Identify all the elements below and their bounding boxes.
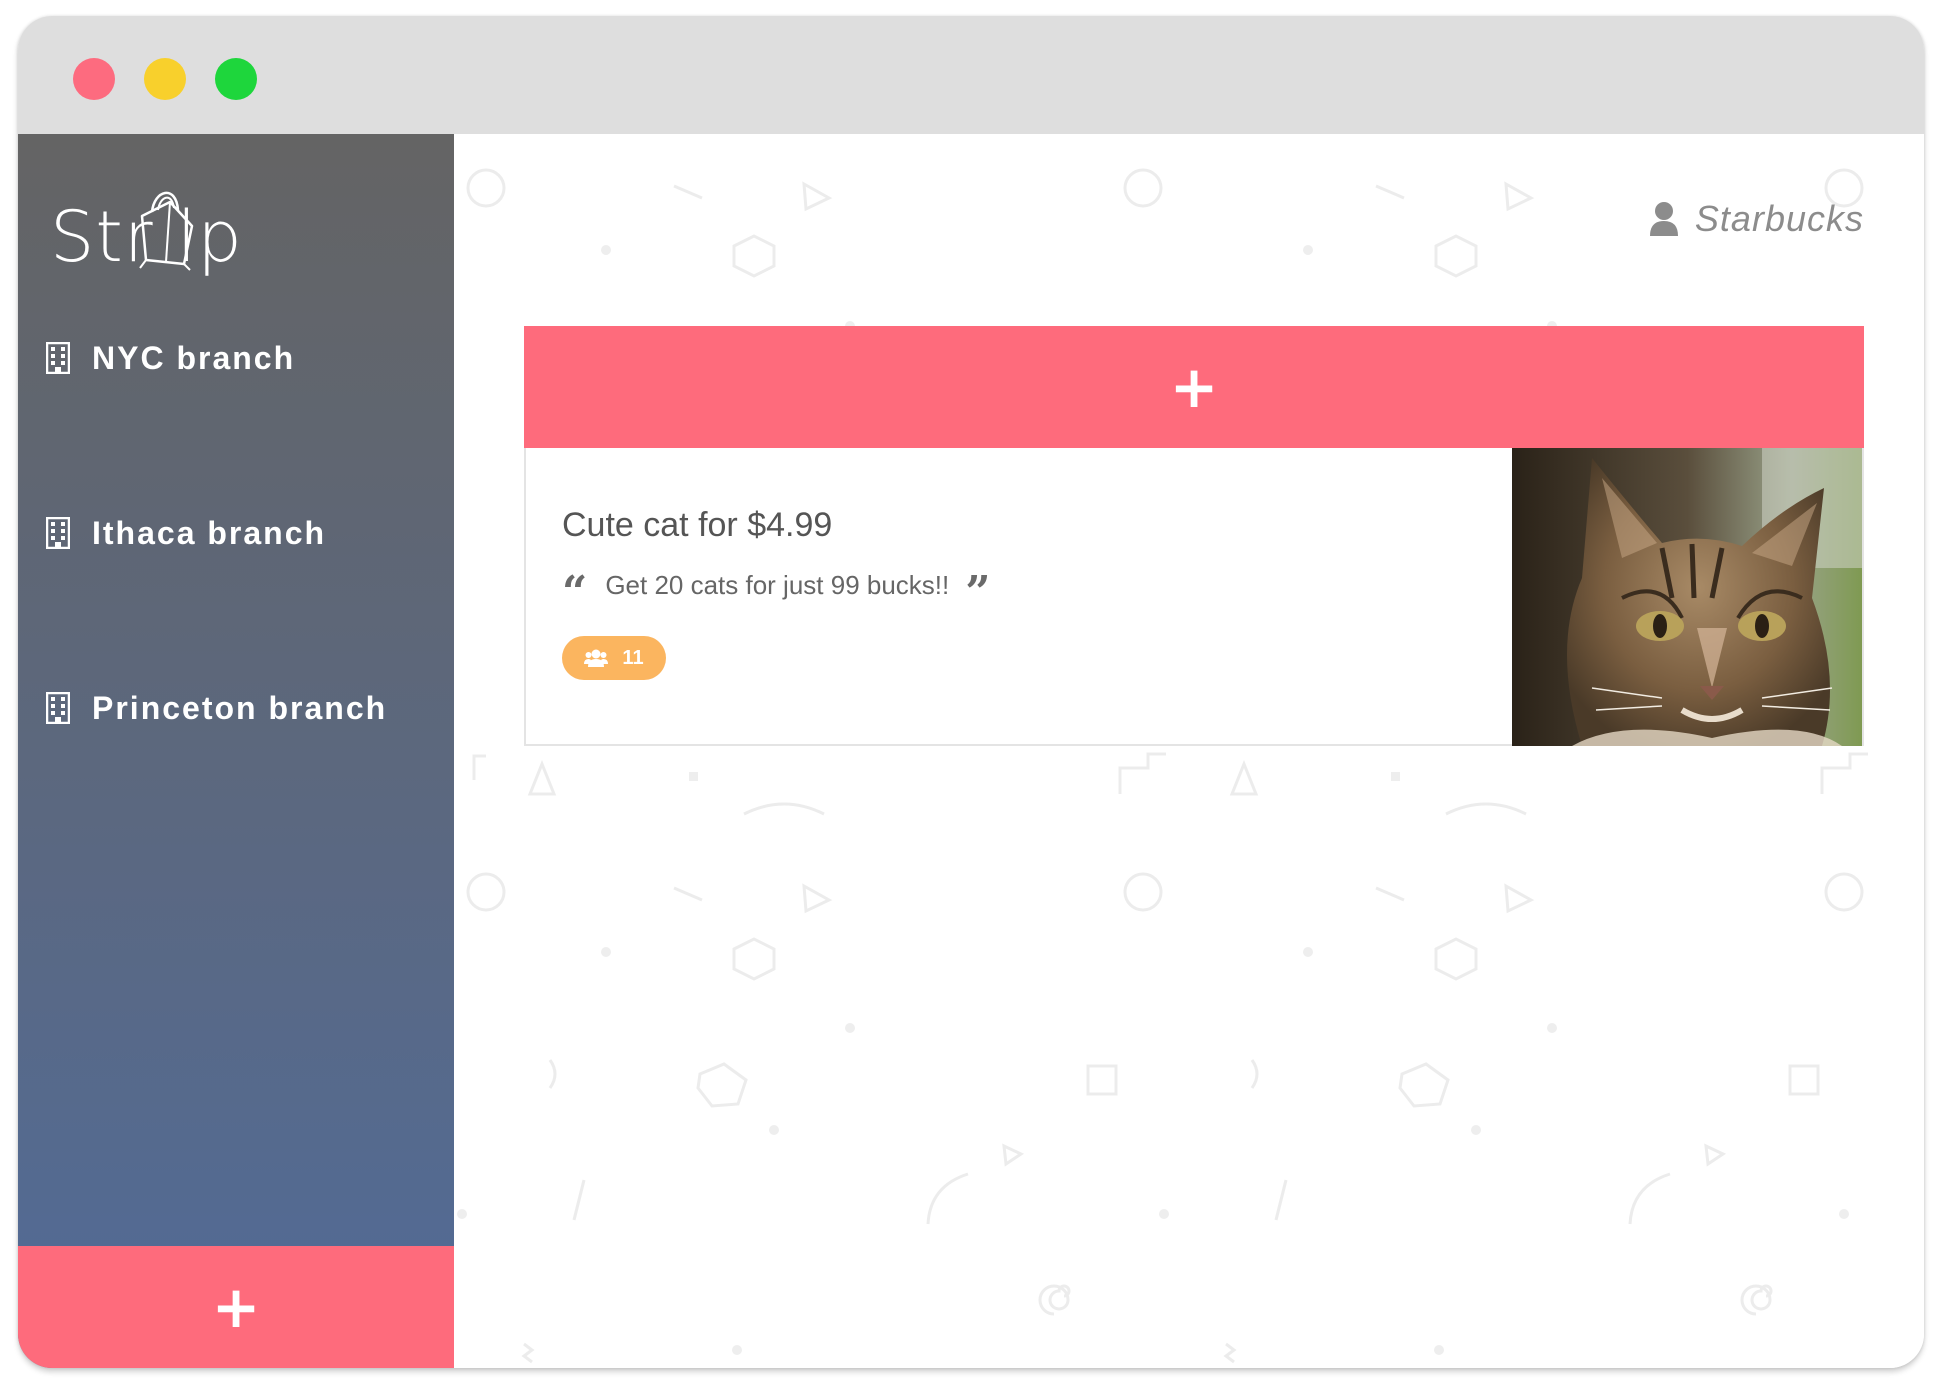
app-window: Str lp NYC branch Ithaca branch Princeto… [18, 16, 1924, 1368]
card-title: Cute cat for $4.99 [562, 506, 833, 544]
sidebar-item-label: Princeton branch [92, 689, 388, 726]
sidebar-item-ithaca[interactable]: Ithaca branch [45, 503, 426, 563]
user-name: Starbucks [1694, 198, 1864, 239]
listing-card[interactable]: Cute cat for $4.99 “ Get 20 cats for jus… [524, 448, 1864, 746]
sidebar: Str lp NYC branch Ithaca branch Princeto… [18, 134, 454, 1368]
minimize-window-button[interactable] [144, 58, 186, 100]
add-listing-button[interactable]: + [524, 326, 1864, 448]
cat-photo [1512, 448, 1862, 746]
sidebar-item-princeton[interactable]: Princeton branch [45, 678, 426, 738]
app-logo[interactable]: Str lp [50, 182, 250, 294]
sidebar-item-nyc[interactable]: NYC branch [45, 328, 426, 388]
building-icon [45, 341, 71, 375]
quote-text: Get 20 cats for just 99 bucks!! [605, 570, 950, 600]
sidebar-item-label: NYC branch [92, 339, 296, 376]
shopping-bag-logo-icon [139, 191, 194, 271]
followers-badge[interactable]: 11 [562, 636, 666, 680]
quote-right-icon: ” [965, 570, 991, 601]
users-icon [584, 649, 609, 667]
user-menu[interactable]: Starbucks [1649, 198, 1864, 240]
background-pattern [457, 168, 1868, 1364]
building-icon [45, 516, 71, 550]
plus-icon: + [1169, 353, 1219, 421]
sidebar-item-label: Ithaca branch [92, 514, 327, 551]
card-quote: “ Get 20 cats for just 99 bucks!! ” [562, 570, 991, 601]
maximize-window-button[interactable] [215, 58, 257, 100]
badge-count: 11 [622, 646, 644, 669]
plus-icon: + [211, 1273, 261, 1341]
quote-left-icon: “ [562, 570, 588, 601]
main-content: Starbucks + Cute cat for $4.99 “ Get 20 … [454, 134, 1924, 1368]
building-icon [45, 691, 71, 725]
add-branch-button[interactable]: + [18, 1246, 454, 1368]
user-icon [1649, 202, 1678, 236]
title-bar [18, 16, 1924, 134]
close-window-button[interactable] [73, 58, 115, 100]
